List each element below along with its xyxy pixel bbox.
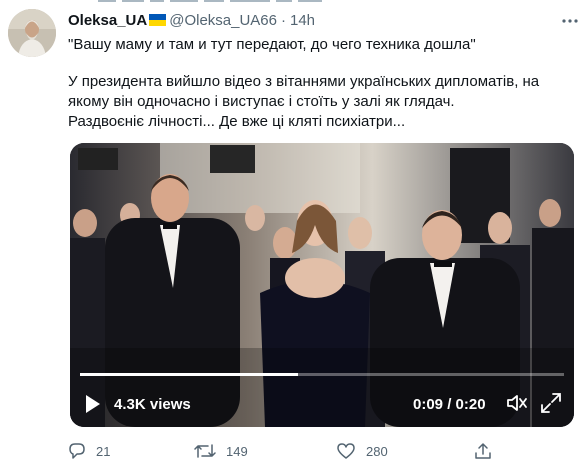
retweet-button[interactable]: 149 [194,440,248,462]
avatar[interactable] [8,9,56,57]
like-icon [337,443,355,459]
like-button[interactable]: 280 [336,440,388,462]
share-icon [475,443,491,459]
separator-dot: · [281,11,286,29]
fullscreen-icon[interactable] [540,392,562,414]
author-handle[interactable]: @Oleksa_UA66 [169,12,277,29]
reply-button[interactable]: 21 [68,440,110,462]
play-icon[interactable] [86,395,100,413]
previous-tweet-edge [98,0,398,3]
share-button[interactable] [474,440,502,462]
video-views: 4.3K views [114,396,191,413]
tweet-text-line-5: Раздвоєніє лічності... Де вже ці кляті п… [68,113,406,130]
reply-count: 21 [96,443,111,459]
tweet-actions: 21 149 280 [68,440,574,462]
video-time: 0:09 / 0:20 [413,396,486,413]
ukraine-flag-icon [149,14,167,26]
tweet-timestamp[interactable]: 14h [290,12,315,29]
avatar-image [8,9,56,57]
tweet-text-line-1: "Вашу маму и там и тут передают, до чего… [68,36,476,53]
retweet-icon [194,444,216,458]
tweet-header: Oleksa_UA @Oleksa_UA66 · 14h [68,10,315,30]
video-frame [70,143,574,427]
video-progress-bar[interactable] [80,373,564,376]
tweet-text-line-4: якому він одночасно і виступає і стоїть … [68,93,455,110]
volume-icon[interactable] [506,393,528,413]
video-progress-fill [80,373,298,376]
tweet-text-line-3: У президента вийшло відео з вітаннями ук… [68,73,540,90]
more-icon[interactable] [561,12,579,30]
video-player[interactable]: 4.3K views 0:09 / 0:20 [70,143,574,427]
retweet-count: 149 [226,443,248,459]
author-name[interactable]: Oleksa_UA [68,12,147,29]
like-count: 280 [366,443,388,459]
reply-icon [69,443,85,459]
